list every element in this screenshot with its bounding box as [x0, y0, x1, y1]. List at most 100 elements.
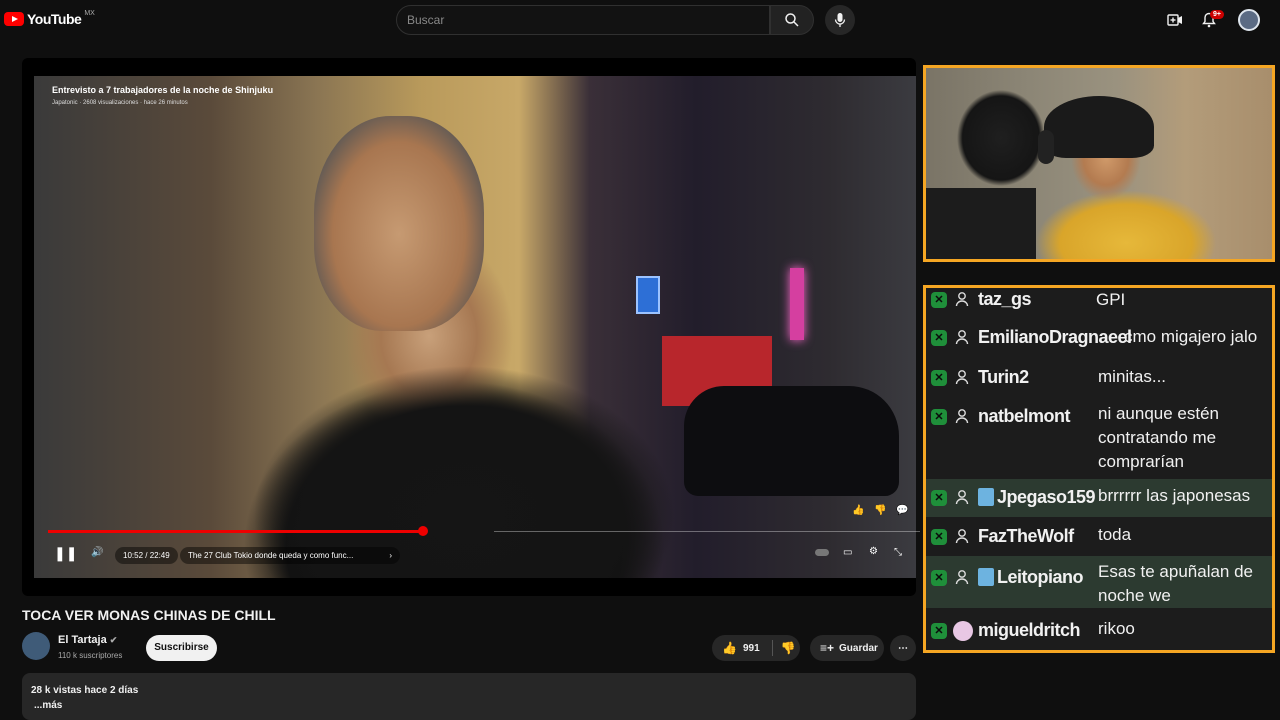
chat-panel: ✕ taz_gs GPI ✕ EmilianoDragnaeel cmo migajero…: [923, 285, 1275, 653]
pause-icon[interactable]: ❚❚: [54, 545, 77, 562]
like-overlay-icon[interactable]: 👍: [852, 505, 864, 516]
voice-search-button[interactable]: [825, 5, 855, 35]
dislike-overlay-icon[interactable]: 👎: [874, 505, 886, 516]
progress-bar[interactable]: [48, 530, 422, 533]
youtube-play-icon: [4, 12, 24, 26]
chat-username[interactable]: natbelmont: [978, 406, 1071, 427]
more-icon: ⋯: [898, 642, 908, 654]
save-button[interactable]: ≡+ Guardar: [810, 635, 884, 661]
chat-badge-icon: ✕: [931, 623, 947, 639]
time-display: 10:52 / 22:49: [115, 547, 178, 564]
webcam-overlay: [923, 65, 1275, 262]
autoplay-toggle[interactable]: [815, 549, 829, 556]
chevron-right-icon: ›: [389, 551, 392, 560]
channel-name[interactable]: El Tartaja ✔: [58, 634, 117, 646]
user-icon: [955, 489, 969, 505]
person-shirt: [184, 316, 744, 578]
user-icon: [955, 329, 969, 345]
chat-badge-icon: ✕: [931, 570, 947, 586]
create-video-icon: [1167, 14, 1182, 26]
subscribe-button[interactable]: Suscribirse: [146, 635, 217, 661]
chat-message: ✕ natbelmont ni aunque estén contratando m…: [926, 398, 1272, 478]
more-link[interactable]: ...más: [31, 698, 907, 713]
person-hair: [1044, 96, 1154, 158]
like-dislike-group: 👍 991 👎: [712, 635, 800, 661]
playlist-add-icon: ≡+: [820, 641, 835, 655]
chat-message: ✕ Turin2 minitas...: [926, 360, 1272, 398]
chat-text: brrrrrr las japonesas: [1098, 486, 1251, 505]
views-date: 28 k vistas hace 2 días: [31, 685, 139, 696]
progress-track[interactable]: [494, 531, 920, 532]
chat-username[interactable]: FazTheWolf: [978, 526, 1074, 547]
chat-text: minitas...: [1098, 367, 1167, 386]
chat-message: ✕ taz_gs GPI: [926, 288, 1272, 315]
subtitles-icon[interactable]: ▭: [843, 547, 852, 558]
user-icon: [955, 369, 969, 385]
microphone-arm: [926, 188, 1036, 259]
user-icon: [955, 408, 969, 424]
embedded-video-title: Entrevisto a 7 trabajadores de la noche …: [52, 85, 274, 95]
description-box[interactable]: 28 k vistas hace 2 días ...más: [22, 673, 916, 720]
embedded-video-meta: Japatonic · 2608 visualizaciones · hace …: [52, 100, 188, 106]
chat-message: ✕ FazTheWolf toda: [926, 518, 1272, 556]
chat-message: ✕ Leitopiano Esas te apuñalan de noche we: [926, 556, 1272, 608]
search-icon: [785, 13, 799, 27]
video-title: TOCA VER MONAS CHINAS DE CHILL: [22, 607, 276, 623]
channel-avatar[interactable]: [22, 632, 50, 660]
thumbs-down-icon[interactable]: 👎: [781, 641, 796, 655]
account-avatar[interactable]: [1238, 9, 1260, 31]
chapter-title[interactable]: The 27 Club Tokio donde queda y como fun…: [180, 547, 400, 564]
chapter-label: The 27 Club Tokio donde queda y como fun…: [188, 551, 354, 560]
chat-message: ✕ migueldritch rikoo: [926, 610, 1272, 652]
chat-text: cmo migajero jalo: [1124, 327, 1258, 346]
chat-text: GPI: [1096, 290, 1126, 309]
user-icon: [955, 569, 969, 585]
logo-text: YouTube: [27, 11, 82, 27]
more-actions-button[interactable]: ⋯: [890, 635, 916, 661]
microphone-icon: [834, 13, 846, 27]
thumbs-up-icon[interactable]: 👍: [722, 641, 737, 655]
miniplayer-icon[interactable]: ⤡: [894, 547, 902, 558]
user-icon: [955, 291, 969, 307]
chat-text: ni aunque estén contratando me compraría…: [1098, 404, 1219, 471]
user-avatar: [978, 568, 994, 586]
chat-badge-icon: ✕: [931, 529, 947, 545]
chat-username[interactable]: EmilianoDragnaeel: [978, 327, 1132, 348]
person-face: [314, 116, 484, 331]
country-code: MX: [84, 9, 95, 17]
top-bar: YouTube MX Buscar 9+: [0, 0, 1280, 40]
settings-icon[interactable]: ⚙: [869, 546, 878, 557]
user-icon: [955, 528, 969, 544]
verified-icon: ✔: [109, 635, 118, 645]
chat-text: rikoo: [1098, 619, 1135, 638]
chat-username[interactable]: taz_gs: [978, 289, 1032, 310]
chat-message: ✕ EmilianoDragnaeel cmo migajero jalo: [926, 320, 1272, 358]
comment-overlay-icon[interactable]: 💬: [896, 505, 908, 516]
subscriber-count: 110 k suscriptores: [58, 651, 123, 660]
chat-badge-icon: ✕: [931, 370, 947, 386]
chat-badge-icon: ✕: [931, 292, 947, 308]
divider: [771, 640, 773, 656]
channel-name-text: El Tartaja: [58, 634, 107, 646]
create-button[interactable]: [1166, 11, 1184, 29]
chat-username[interactable]: Turin2: [978, 367, 1029, 388]
video-player[interactable]: Entrevisto a 7 trabajadores de la noche …: [22, 58, 916, 596]
user-avatar: [953, 621, 973, 641]
search-button[interactable]: [770, 5, 814, 35]
like-count[interactable]: 991: [743, 643, 760, 654]
progress-scrubber[interactable]: [418, 526, 428, 536]
user-avatar: [978, 488, 994, 506]
chat-username[interactable]: migueldritch: [978, 620, 1081, 641]
volume-icon[interactable]: 🔊: [91, 547, 103, 558]
chat-badge-icon: ✕: [931, 330, 947, 346]
save-label: Guardar: [839, 642, 878, 654]
youtube-logo[interactable]: YouTube MX: [4, 9, 95, 27]
search-input[interactable]: Buscar: [396, 5, 770, 35]
parking-sign: [636, 276, 660, 314]
chat-username[interactable]: Jpegaso159: [997, 487, 1096, 508]
headphones-icon: [1038, 130, 1054, 164]
video-frame[interactable]: Entrevisto a 7 trabajadores de la noche …: [34, 76, 916, 578]
chat-badge-icon: ✕: [931, 490, 947, 506]
notifications-badge: 9+: [1210, 10, 1224, 19]
chat-username[interactable]: Leitopiano: [997, 567, 1084, 588]
